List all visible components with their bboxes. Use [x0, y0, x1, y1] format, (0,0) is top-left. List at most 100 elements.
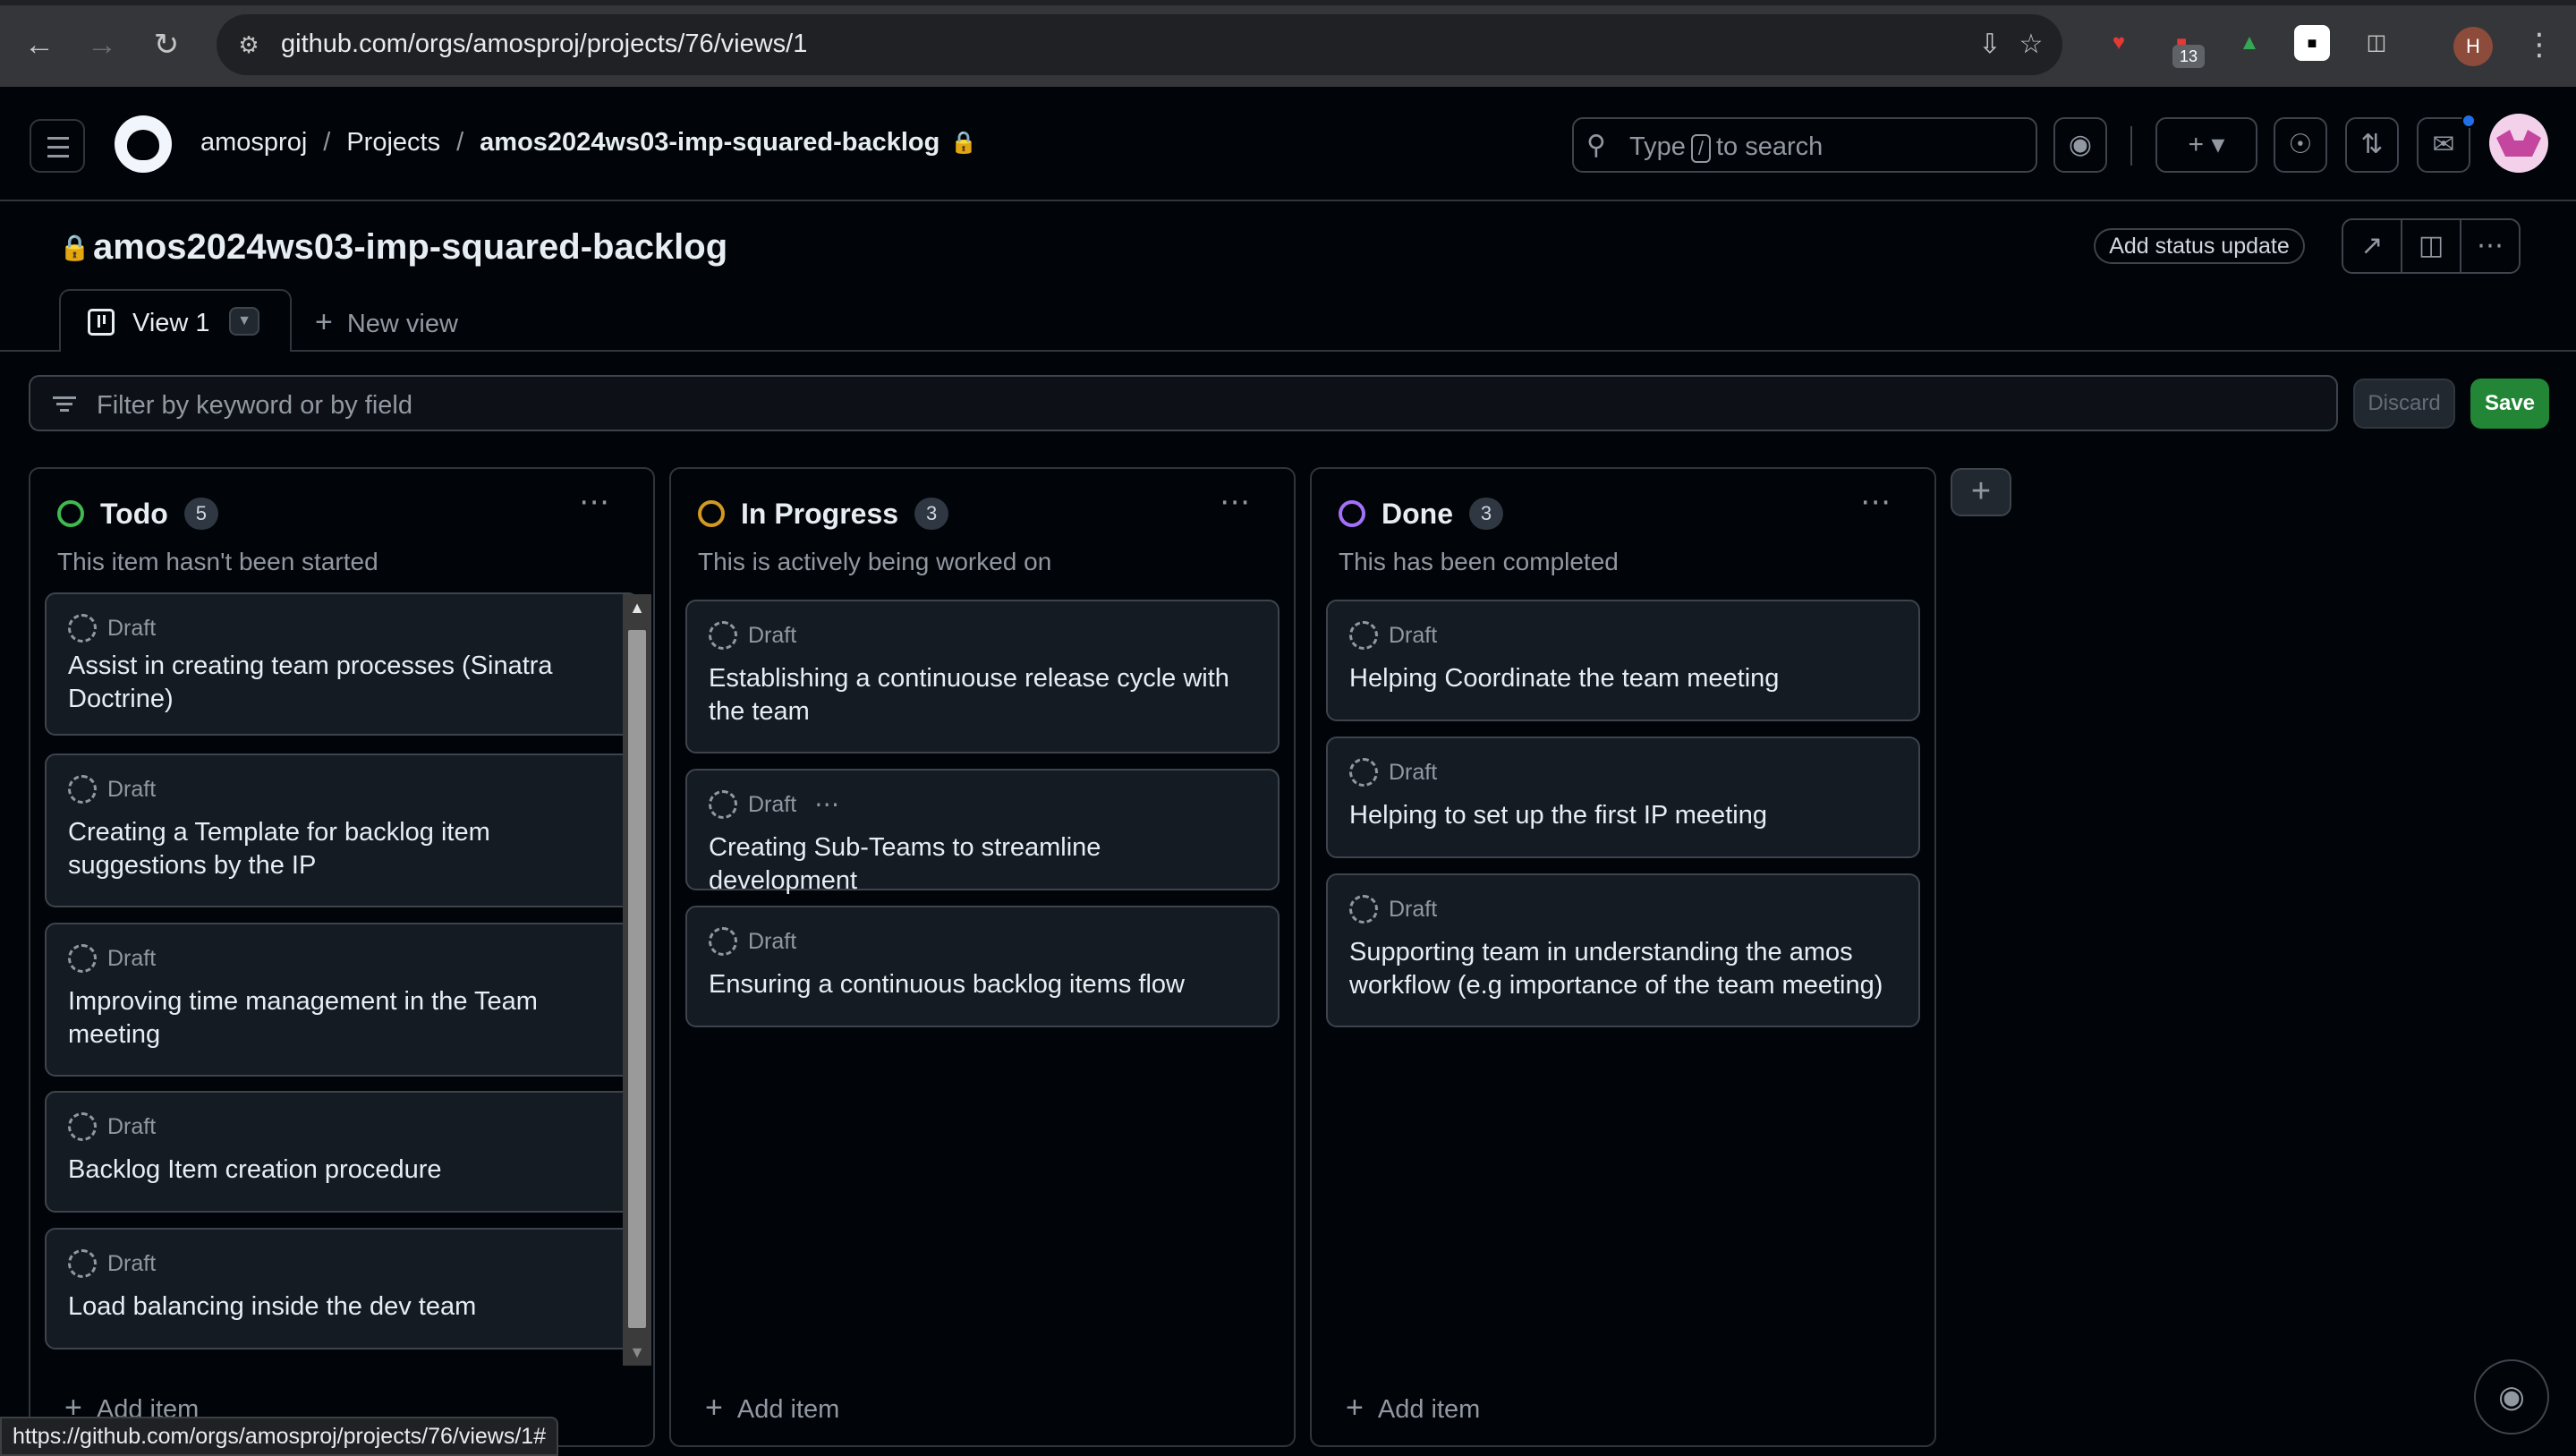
status-in-progress-icon	[698, 500, 725, 527]
browser-profile-avatar[interactable]: H	[2453, 27, 2493, 66]
card-title[interactable]: Helping Coordinate the team meeting	[1349, 662, 1895, 695]
insights-chart-icon[interactable]: ↗	[2343, 220, 2402, 272]
card-tag: Draft	[107, 776, 157, 802]
board-card[interactable]: Draft Load balancing inside the dev team	[45, 1228, 639, 1350]
inbox-icon[interactable]: ✉	[2417, 117, 2470, 173]
plus-icon: +	[1346, 1391, 1364, 1425]
card-title[interactable]: Creating Sub-Teams to streamline develop…	[709, 831, 1254, 898]
board-card[interactable]: Draft Improving time management in the T…	[45, 923, 639, 1077]
card-title[interactable]: Helping to set up the first IP meeting	[1349, 799, 1895, 832]
extension-leaf-icon[interactable]: ▲	[2232, 25, 2267, 61]
extension-heart-icon[interactable]: ♥	[2101, 25, 2137, 61]
copilot-icon[interactable]: ◉	[2053, 117, 2107, 173]
bookmark-star-icon[interactable]: ☆	[2013, 27, 2049, 63]
forward-icon[interactable]: →	[77, 20, 127, 70]
tab-label: View 1	[132, 309, 210, 337]
board-card[interactable]: Draft Helping Coordinate the team meetin…	[1326, 600, 1920, 721]
draft-icon	[709, 621, 737, 650]
view-options-chevron-icon[interactable]: ▼	[229, 307, 259, 336]
board-card[interactable]: Draft Creating a Template for backlog it…	[45, 754, 639, 907]
scroll-up-arrow-icon[interactable]: ▲	[623, 594, 651, 621]
board-card[interactable]: Draft Ensuring a continuous backlog item…	[685, 906, 1279, 1027]
browser-tabstrip	[0, 0, 2576, 5]
board-card[interactable]: Draft ⋯ Creating Sub-Teams to streamline …	[685, 769, 1279, 895]
back-icon[interactable]: ←	[14, 20, 64, 70]
add-item-button[interactable]: + Add item	[705, 1391, 839, 1426]
discard-button[interactable]: Discard	[2353, 379, 2455, 429]
search-input[interactable]: ⚲ Type / to search	[1572, 117, 2037, 173]
draft-icon	[68, 1249, 97, 1278]
pull-requests-icon[interactable]: ⇅	[2345, 117, 2399, 173]
breadcrumb-projects[interactable]: Projects	[346, 128, 440, 158]
draft-icon	[1349, 621, 1378, 650]
issues-icon[interactable]: ☉	[2274, 117, 2327, 173]
board-card[interactable]: Draft Backlog Item creation procedure	[45, 1091, 639, 1213]
create-new-button[interactable]: + ▾	[2155, 117, 2257, 173]
add-status-update-button[interactable]: Add status update	[2094, 228, 2305, 264]
github-logo-icon[interactable]	[115, 115, 172, 173]
browser-menu-icon[interactable]: ⋮	[2521, 25, 2557, 64]
extensions-puzzle-icon[interactable]: ◫	[2359, 25, 2394, 61]
board-card[interactable]: Draft Supporting team in understanding t…	[1326, 873, 1920, 1027]
lock-icon: 🔒	[950, 131, 978, 155]
card-more-icon[interactable]: ⋯	[814, 792, 841, 817]
breadcrumb-project[interactable]: amos2024ws03-imp-squared-backlog	[480, 128, 939, 158]
new-view-button[interactable]: + New view	[315, 305, 458, 340]
column-menu-icon[interactable]: ⋯	[1854, 487, 1899, 523]
card-title[interactable]: Improving time management in the Team me…	[68, 985, 614, 1052]
card-title[interactable]: Assist in creating team processes (Sinat…	[68, 650, 614, 716]
reload-icon[interactable]: ↻	[141, 20, 191, 70]
column-description: This has been completed	[1339, 548, 1619, 575]
card-title[interactable]: Creating a Template for backlog item sug…	[68, 816, 614, 882]
address-bar[interactable]: ⚙ github.com/orgs/amosproj/projects/76/v…	[217, 14, 2062, 75]
link-preview-status-bar: https://github.com/orgs/amosproj/project…	[0, 1417, 559, 1456]
column-count-badge: 3	[914, 498, 949, 530]
card-tag: Draft	[748, 791, 797, 817]
card-tag: Draft	[107, 945, 157, 971]
extension-square-icon[interactable]: ■	[2294, 25, 2330, 61]
column-menu-icon[interactable]: ⋯	[1213, 487, 1258, 523]
board-card[interactable]: Draft Assist in creating team processes …	[45, 592, 639, 736]
notification-dot	[2461, 114, 2476, 128]
card-title[interactable]: Backlog Item creation procedure	[68, 1154, 614, 1187]
card-tag: Draft	[107, 615, 157, 641]
column-menu-icon[interactable]: ⋯	[573, 487, 617, 523]
install-app-icon[interactable]: ⇩	[1972, 27, 2008, 63]
column-header: In Progress 3	[698, 496, 949, 532]
card-title[interactable]: Ensuring a continuous backlog items flow	[709, 968, 1254, 1001]
card-tag: Draft	[107, 1113, 157, 1139]
search-placeholder: Type / to search	[1629, 132, 1824, 163]
breadcrumb-org[interactable]: amosproj	[200, 128, 307, 158]
column-scrollbar[interactable]: ▲ ▼	[623, 594, 651, 1366]
tab-view-1[interactable]: View 1 ▼	[59, 289, 292, 352]
column-title: In Progress	[741, 497, 899, 530]
site-settings-icon[interactable]: ⚙	[233, 29, 265, 61]
avatar[interactable]	[2489, 114, 2548, 173]
add-item-button[interactable]: + Add item	[1346, 1391, 1480, 1426]
card-title[interactable]: Establishing a continuouse release cycle…	[709, 662, 1254, 728]
private-lock-icon: 🔒	[59, 234, 90, 261]
more-options-icon[interactable]: ⋯	[2461, 220, 2519, 272]
filter-input[interactable]: Filter by keyword or by field	[29, 375, 2338, 431]
scroll-down-arrow-icon[interactable]: ▼	[623, 1339, 651, 1366]
card-tag: Draft	[1389, 896, 1438, 922]
board-card[interactable]: Draft Helping to set up the first IP mee…	[1326, 737, 1920, 858]
draft-icon	[68, 775, 97, 804]
side-panel-icon[interactable]: ◫	[2402, 220, 2461, 272]
card-title[interactable]: Supporting team in understanding the amo…	[1349, 936, 1895, 1002]
card-tag: Draft	[107, 1250, 157, 1276]
filter-icon	[52, 391, 77, 416]
card-title[interactable]: Load balancing inside the dev team	[68, 1290, 614, 1324]
column-count-badge: 5	[183, 498, 218, 530]
column-done: Done 3 ⋯ This has been completed Draft H…	[1310, 467, 1936, 1447]
copilot-chat-icon[interactable]: ◉	[2474, 1359, 2549, 1435]
column-title: Todo	[100, 497, 168, 530]
board-card[interactable]: Draft Establishing a continuouse release…	[685, 600, 1279, 754]
column-count-badge: 3	[1469, 498, 1503, 530]
url-text[interactable]: github.com/orgs/amosproj/projects/76/vie…	[281, 30, 807, 59]
hamburger-icon[interactable]	[30, 119, 85, 173]
save-button[interactable]: Save	[2470, 379, 2549, 429]
scrollbar-thumb[interactable]	[628, 630, 646, 1328]
board-view-icon	[88, 309, 115, 336]
add-column-button[interactable]: +	[1951, 468, 2011, 516]
